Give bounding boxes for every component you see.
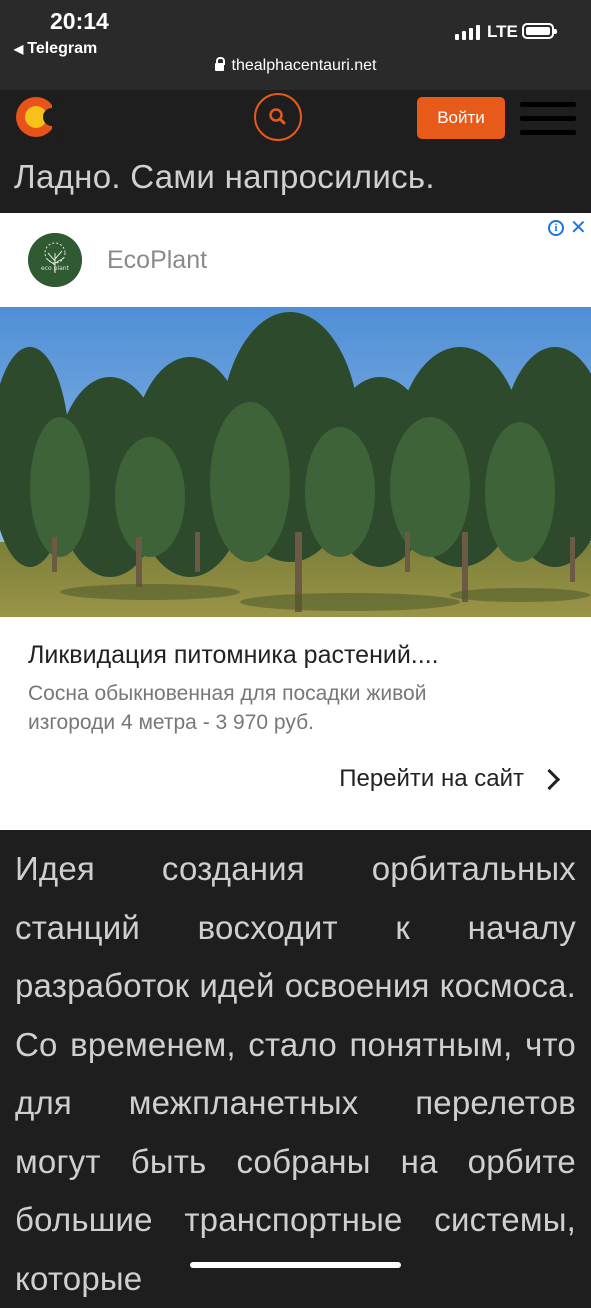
ad-cta-button[interactable]: Перейти на сайт (339, 765, 561, 793)
ad-image-pine-trees[interactable] (0, 307, 591, 617)
site-logo-icon[interactable] (14, 93, 62, 141)
status-time: 20:14 (50, 8, 109, 34)
ad-card[interactable]: i ✕ eco plant EcoPlant Ликвидация питомн… (0, 213, 591, 830)
chevron-right-icon (538, 768, 561, 791)
tree-logo-icon: eco plant (28, 233, 82, 287)
back-app-label: Telegram (27, 40, 98, 57)
login-button[interactable]: Войти (417, 97, 505, 139)
article-body: Идея создания орбитальных станций восход… (15, 850, 576, 1297)
home-indicator[interactable] (190, 1262, 401, 1268)
site-header: Войти (0, 90, 591, 145)
info-icon[interactable]: i (548, 220, 564, 236)
battery-icon (522, 23, 557, 39)
search-icon (269, 108, 286, 125)
back-arrow-icon: ◀ (14, 42, 24, 56)
status-bar: 20:14 ◀ Telegram LTE thealphacentauri.net (0, 0, 591, 90)
address-bar[interactable]: thealphacentauri.net (0, 57, 591, 75)
ad-cta-label: Перейти на сайт (339, 765, 524, 792)
ad-brand-name[interactable]: EcoPlant (107, 246, 207, 275)
ad-headline[interactable]: Ликвидация питомника растений.... (28, 641, 439, 670)
ad-choices[interactable]: i ✕ (548, 218, 587, 238)
page-title: Ладно. Сами напросились. (14, 158, 435, 195)
signal-strength-icon (455, 24, 480, 40)
url-text: thealphacentauri.net (231, 57, 377, 74)
search-button[interactable] (254, 93, 302, 141)
brand-logo[interactable]: eco plant (28, 233, 82, 287)
hamburger-icon[interactable] (520, 102, 576, 136)
lock-icon (214, 57, 225, 71)
svg-text:eco plant: eco plant (41, 265, 70, 272)
back-to-app-link[interactable]: ◀ Telegram (14, 40, 97, 58)
network-type: LTE (487, 22, 518, 41)
close-icon[interactable]: ✕ (570, 218, 587, 238)
ad-description[interactable]: Сосна обыкновенная для посадки живой изг… (28, 679, 508, 737)
